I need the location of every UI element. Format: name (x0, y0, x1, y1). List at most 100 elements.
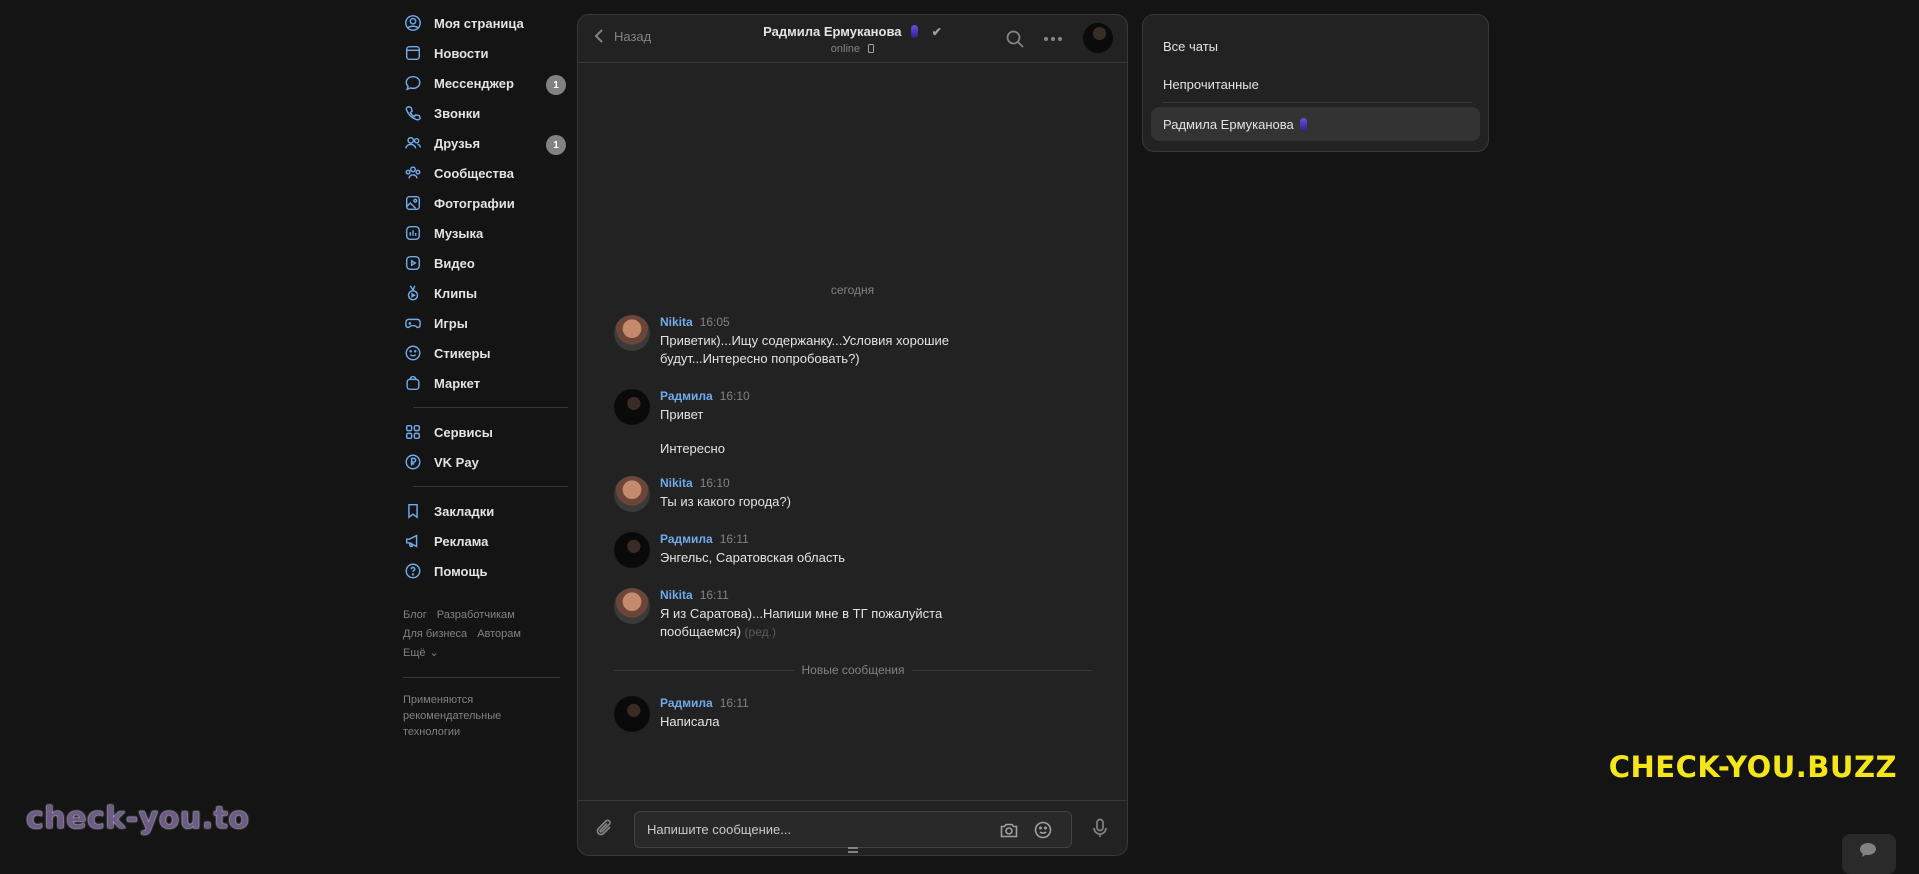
resize-handle[interactable] (848, 847, 858, 853)
left-navigation: Моя страница Новости Мессенджер 1 Звонки… (403, 8, 573, 740)
nav-item-label: Клипы (434, 285, 478, 301)
camera-button[interactable] (999, 820, 1019, 840)
help-icon (403, 561, 423, 581)
footer-link-blog[interactable]: Блог (403, 609, 427, 621)
attach-button[interactable] (594, 817, 616, 839)
panel-divider (1163, 102, 1472, 103)
filter-unread[interactable]: Непрочитанные (1151, 67, 1480, 101)
message-time[interactable]: 16:11 (720, 696, 749, 710)
vkpay-icon (403, 452, 423, 472)
nav-item-music[interactable]: Музыка (403, 218, 573, 248)
footer-divider (403, 677, 560, 678)
checkmark-icon: ✔ (931, 25, 942, 39)
nav-item-messenger[interactable]: Мессенджер 1 (403, 68, 573, 98)
friends-badge: 1 (546, 135, 566, 155)
message-text: Интересно (660, 441, 725, 456)
smile-icon (1034, 821, 1052, 839)
bag-icon (403, 373, 423, 393)
nav-item-ads[interactable]: Реклама (403, 526, 573, 556)
nav-item-market[interactable]: Маркет (403, 368, 573, 398)
avatar[interactable] (614, 696, 650, 732)
message-text: Энгельс, Саратовская область (660, 550, 846, 565)
nav-item-news[interactable]: Новости (403, 38, 573, 68)
nav-item-my-page[interactable]: Моя страница (403, 8, 573, 38)
nav-item-services[interactable]: Сервисы (403, 417, 573, 447)
nav-item-label: Музыка (434, 225, 484, 241)
camera-icon (1000, 823, 1018, 838)
user-circle-icon (403, 13, 423, 33)
voice-message-button[interactable] (1089, 817, 1111, 839)
message-author[interactable]: Радмила (660, 532, 713, 546)
message-input[interactable] (647, 812, 987, 847)
nav-item-communities[interactable]: Сообщества (403, 158, 573, 188)
emoji-button[interactable] (1033, 820, 1053, 840)
nav-item-games[interactable]: Игры (403, 308, 573, 338)
message-author[interactable]: Радмила (660, 389, 713, 403)
chat-widget-button[interactable] (1842, 834, 1896, 874)
date-separator: сегодня (830, 283, 875, 297)
message-input-box (634, 811, 1072, 848)
watermark-left: check-you.to (26, 801, 250, 836)
avatar[interactable] (614, 532, 650, 568)
avatar[interactable] (614, 476, 650, 512)
nav-item-vkpay[interactable]: VK Pay (403, 447, 573, 477)
nav-item-label: Фотографии (434, 195, 515, 211)
nav-item-label: Друзья (434, 135, 481, 151)
clips-icon (403, 283, 423, 303)
message-time[interactable]: 16:10 (720, 389, 750, 403)
search-icon (1006, 30, 1024, 48)
message-text-body: Я из Саратова)...Напиши мне в ТГ пожалуй… (660, 606, 943, 639)
message-time[interactable]: 16:11 (700, 588, 729, 602)
filter-all-chats[interactable]: Все чаты (1151, 29, 1480, 63)
nav-item-video[interactable]: Видео (403, 248, 573, 278)
message-text: Ты из какого города?) (660, 494, 791, 509)
chevron-down-icon: ⌄ (429, 647, 439, 659)
avatar[interactable] (614, 315, 650, 351)
mobile-phone-icon (868, 44, 875, 53)
nav-item-label: Помощь (434, 563, 488, 579)
nav-item-clips[interactable]: Клипы (403, 278, 573, 308)
nav-item-bookmarks[interactable]: Закладки (403, 496, 573, 526)
nav-item-stickers[interactable]: Стикеры (403, 338, 573, 368)
nav-item-label: Моя страница (434, 15, 524, 31)
nav-item-photos[interactable]: Фотографии (403, 188, 573, 218)
message-time[interactable]: 16:11 (720, 532, 749, 546)
nav-item-label: Сервисы (434, 424, 493, 440)
message-icon (403, 73, 423, 93)
friends-icon (403, 133, 423, 153)
news-icon (403, 43, 423, 63)
nav-item-calls[interactable]: Звонки (403, 98, 573, 128)
new-messages-separator: Новые сообщения (614, 663, 1092, 677)
footer-link-authors[interactable]: Авторам (477, 628, 521, 640)
message-author[interactable]: Nikita (660, 476, 693, 490)
message-text: Я из Саратова)...Напиши мне в ТГ пожалуй… (660, 605, 990, 641)
chat-bubble-icon (1860, 843, 1876, 857)
avatar[interactable] (614, 588, 650, 624)
footer-link-developers[interactable]: Разработчикам (437, 609, 515, 621)
more-button[interactable] (1043, 29, 1063, 49)
services-icon (403, 422, 423, 442)
footer-link-business[interactable]: Для бизнеса (403, 628, 467, 640)
nav-item-label: Закладки (434, 503, 495, 519)
message-time[interactable]: 16:05 (700, 315, 730, 329)
nav-item-label: Новости (434, 45, 489, 61)
message-time[interactable]: 16:10 (700, 476, 730, 490)
nav-item-label: Сообщества (434, 165, 514, 181)
message-author[interactable]: Nikita (660, 315, 693, 329)
nav-item-label: Звонки (434, 105, 481, 121)
filter-unread-label: Непрочитанные (1163, 76, 1259, 92)
nav-item-label: Игры (434, 315, 468, 331)
avatar[interactable] (614, 389, 650, 425)
search-button[interactable] (1005, 29, 1025, 49)
message-author[interactable]: Радмила (660, 696, 713, 710)
nav-divider (413, 486, 568, 487)
message-author[interactable]: Nikita (660, 588, 693, 602)
current-chat-item[interactable]: Радмила Ермуканова (1151, 107, 1480, 141)
footer-link-more[interactable]: Ещё ⌄ (403, 647, 449, 659)
nav-item-friends[interactable]: Друзья 1 (403, 128, 573, 158)
filter-all-chats-label: Все чаты (1163, 38, 1219, 54)
watermark-right: CHECK-YOU.BUZZ (1608, 750, 1897, 784)
chat-avatar[interactable] (1083, 23, 1113, 53)
chat-panel: Назад Радмила Ермуканова ✔ online сегодн… (577, 14, 1128, 856)
nav-item-help[interactable]: Помощь (403, 556, 573, 586)
